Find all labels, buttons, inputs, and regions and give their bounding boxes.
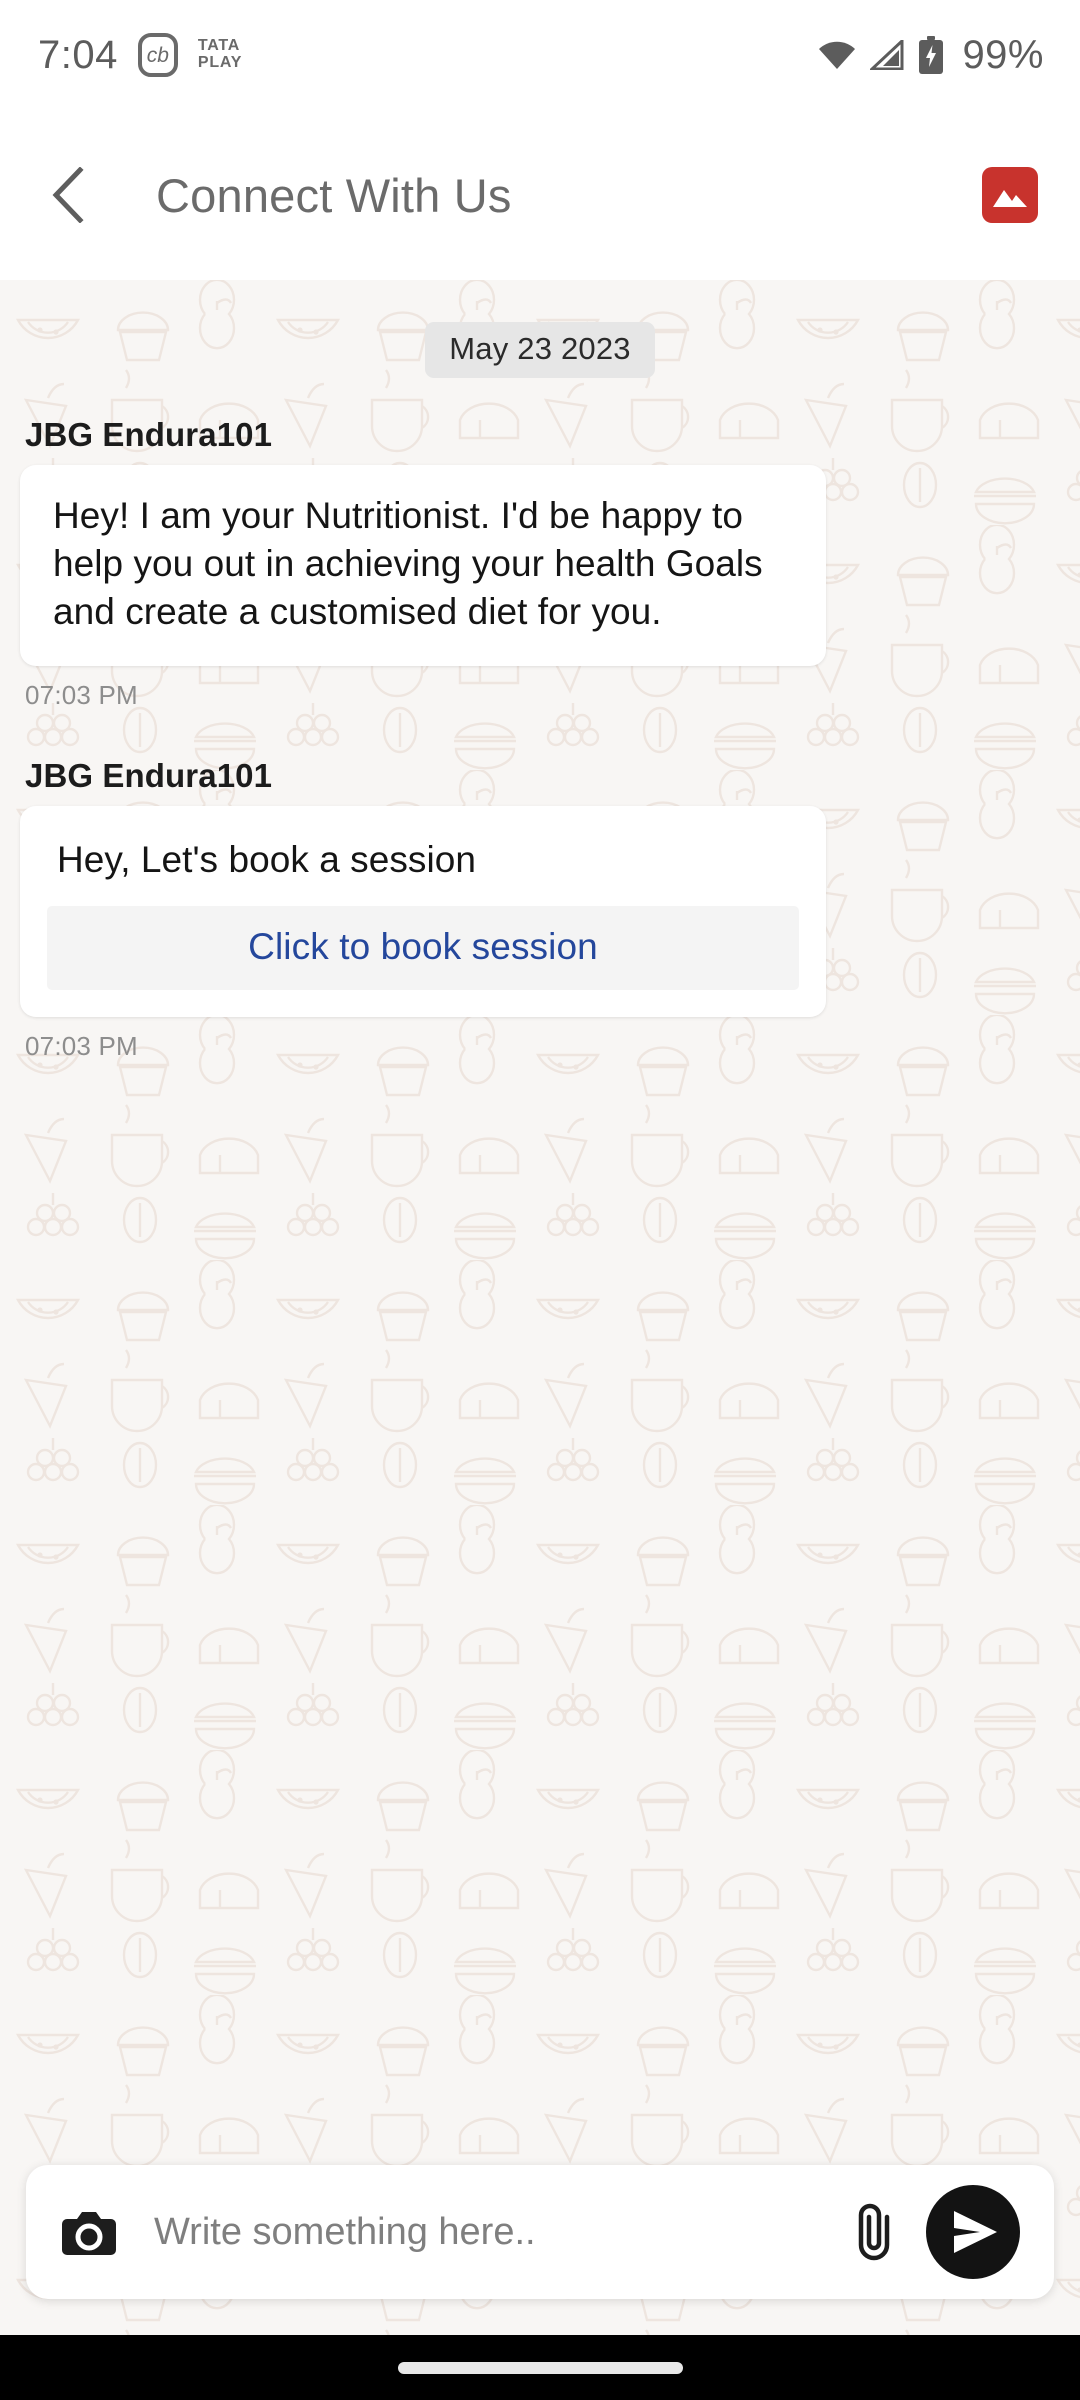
composer-dock: [0, 2165, 1080, 2335]
message-text: Hey! I am your Nutritionist. I'd be happ…: [53, 495, 763, 633]
chat-scroll-container[interactable]: May 23 2023 JBG Endura101 Hey! I am your…: [0, 280, 1080, 2335]
send-button[interactable]: [926, 2185, 1020, 2279]
battery-charging-icon: [918, 36, 944, 74]
message-item: JBG Endura101 Hey! I am your Nutritionis…: [0, 416, 1080, 711]
message-item: JBG Endura101 Hey, Let's book a session …: [0, 757, 1080, 1062]
message-text: Hey, Let's book a session: [57, 839, 476, 881]
send-paper-plane-icon: [947, 2208, 1000, 2256]
date-separator-row: May 23 2023: [0, 322, 1080, 378]
book-session-button-label: Click to book session: [248, 926, 598, 968]
carrier-badge-icon: cb: [137, 33, 178, 77]
battery-percent-label: 99%: [962, 32, 1044, 77]
carrier-logo: TATA PLAY: [197, 37, 243, 72]
message-bubble[interactable]: Hey! I am your Nutritionist. I'd be happ…: [20, 465, 826, 667]
cellular-signal-icon: [870, 40, 904, 70]
carrier-logo-line1: TATA: [197, 37, 241, 55]
status-bar-left: 7:04 cb TATA PLAY: [38, 33, 242, 78]
status-bar-right: 99%: [818, 33, 1044, 78]
brand-image-button[interactable]: [982, 167, 1038, 223]
phone-screen: 7:04 cb TATA PLAY 99% Connect With Us Ma…: [0, 0, 1080, 2400]
carrier-logo-line2: PLAY: [197, 54, 243, 71]
date-separator-chip: May 23 2023: [425, 322, 655, 378]
message-input[interactable]: [154, 2165, 848, 2299]
wifi-icon: [818, 40, 856, 70]
message-composer: [26, 2165, 1054, 2299]
camera-icon: [61, 2207, 117, 2257]
message-timestamp: 07:03 PM: [25, 1031, 138, 1062]
paperclip-icon: [857, 2201, 899, 2263]
home-gesture-pill[interactable]: [397, 2361, 683, 2374]
attach-button[interactable]: [848, 2197, 908, 2267]
back-button[interactable]: [46, 160, 116, 230]
chevron-left-icon: [46, 167, 92, 223]
system-navigation-bar: [0, 2335, 1080, 2400]
message-sender-name: JBG Endura101: [25, 416, 273, 453]
status-clock: 7:04: [38, 32, 118, 77]
message-timestamp: 07:03 PM: [25, 680, 138, 711]
image-placeholder-icon: [991, 180, 1029, 210]
app-bar: Connect With Us: [0, 110, 1080, 280]
message-sender-name: JBG Endura101: [25, 757, 273, 795]
message-bubble[interactable]: Hey, Let's book a session Click to book …: [20, 806, 826, 1018]
camera-button[interactable]: [58, 2201, 120, 2263]
page-title: Connect With Us: [156, 168, 512, 222]
status-bar: 7:04 cb TATA PLAY 99%: [0, 0, 1080, 110]
book-session-button[interactable]: Click to book session: [47, 906, 799, 991]
chat-message-area[interactable]: May 23 2023 JBG Endura101 Hey! I am your…: [0, 280, 1080, 2335]
